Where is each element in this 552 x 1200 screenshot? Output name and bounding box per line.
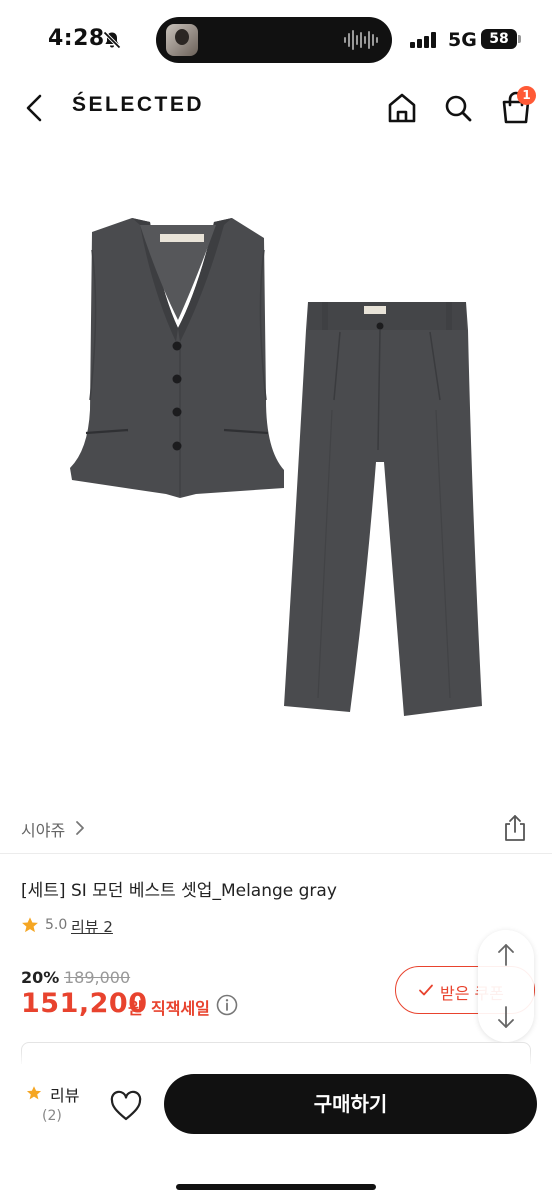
- buy-button[interactable]: 구매하기: [164, 1074, 537, 1134]
- share-icon[interactable]: [502, 814, 528, 842]
- network-type: 5G: [448, 29, 477, 51]
- arrow-down-icon[interactable]: [491, 1002, 521, 1032]
- bottom-action-bar: 리뷰 (2) 구매하기: [0, 1064, 552, 1200]
- sale-type-label: 직잭세일: [151, 999, 210, 1018]
- now-playing-artwork: [166, 24, 198, 56]
- product-title: [세트] SI 모던 베스트 셋업_Melange gray: [21, 881, 337, 901]
- discount-rate: 20%: [21, 968, 60, 987]
- search-icon[interactable]: [440, 90, 476, 126]
- vest-illustration: [70, 218, 284, 498]
- star-icon: [22, 917, 38, 933]
- battery-tip: [518, 35, 521, 43]
- scroll-controls: [478, 930, 534, 1042]
- home-icon[interactable]: [384, 90, 420, 126]
- back-icon[interactable]: [18, 88, 54, 128]
- check-icon: [419, 984, 433, 996]
- trousers-illustration: [284, 302, 482, 716]
- status-bar: 4:28 5G 58: [0, 0, 552, 80]
- review-tab[interactable]: 리뷰 (2): [22, 1082, 82, 1132]
- battery-level: 58: [481, 29, 517, 49]
- arrow-up-icon[interactable]: [491, 940, 521, 970]
- cart-count-badge: 1: [517, 86, 536, 105]
- info-icon[interactable]: [216, 994, 238, 1016]
- heart-icon[interactable]: [108, 1090, 144, 1122]
- chevron-right-icon: [76, 821, 84, 835]
- original-price: 189,000: [64, 968, 131, 987]
- dynamic-island[interactable]: [156, 17, 392, 63]
- audio-wave-icon: [344, 30, 378, 50]
- status-time: 4:28: [48, 26, 105, 51]
- nav-bar: ŚELECTED: [0, 80, 552, 136]
- review-tab-count: (2): [42, 1108, 62, 1124]
- seller-row[interactable]: 시야쥬: [0, 810, 552, 846]
- seller-name[interactable]: 시야쥬: [21, 817, 65, 841]
- section-divider: [0, 853, 552, 854]
- product-image[interactable]: [0, 150, 552, 790]
- price-unit: 원: [128, 999, 143, 1018]
- review-count-link[interactable]: 리뷰 2: [71, 916, 113, 937]
- rating-value: 5.0: [45, 917, 68, 933]
- cellular-signal-icon: [410, 32, 438, 48]
- review-tab-label: 리뷰: [50, 1086, 80, 1105]
- star-icon: [26, 1086, 42, 1100]
- bell-off-icon: [103, 31, 121, 49]
- brand-logo[interactable]: ŚELECTED: [72, 93, 204, 117]
- home-indicator: [176, 1184, 376, 1190]
